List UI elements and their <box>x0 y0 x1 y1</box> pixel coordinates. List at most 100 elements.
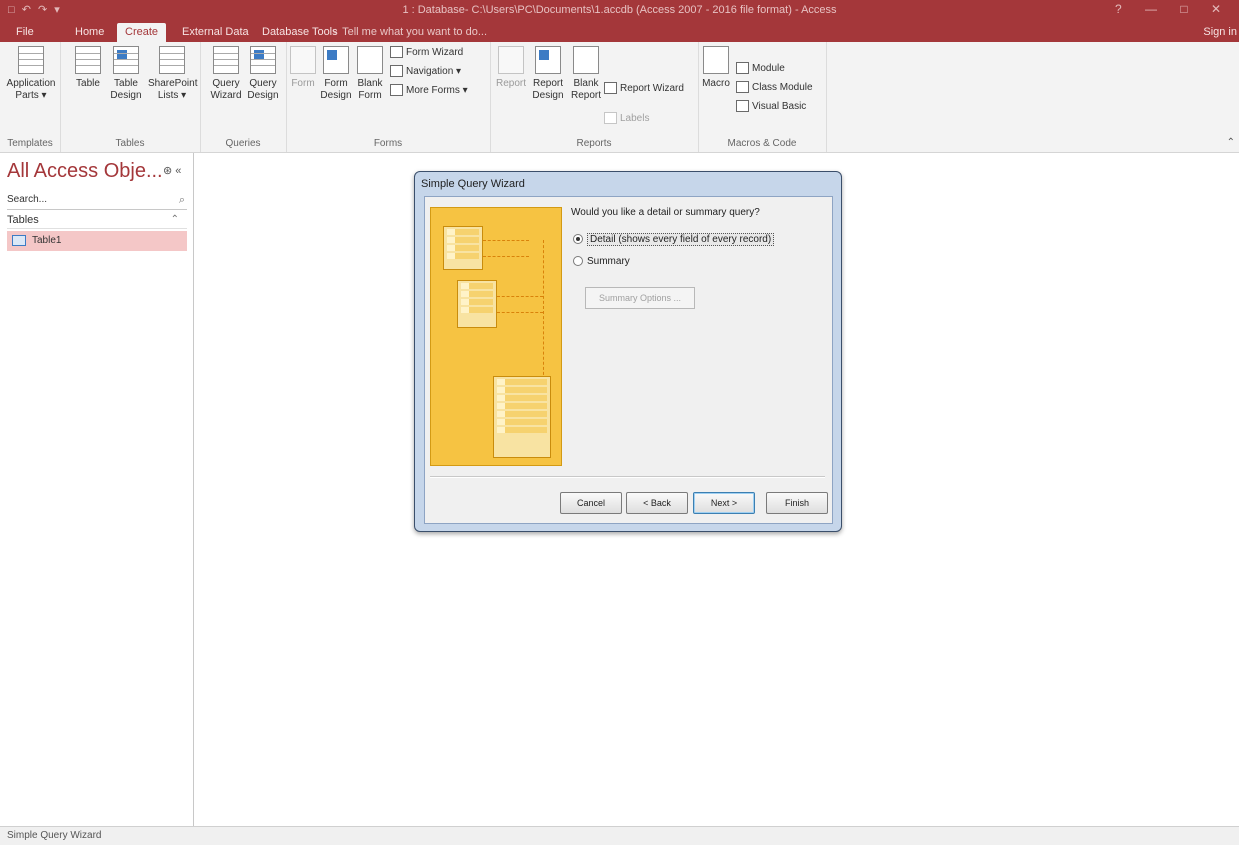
form-design-label: Form Design <box>320 78 352 101</box>
nav-search-input[interactable]: Search... ⌕ <box>7 194 187 210</box>
illustration-table-result <box>493 376 551 458</box>
nav-pane-title[interactable]: All Access Obje... <box>7 160 163 183</box>
more-forms-button[interactable]: More Forms ▾ <box>390 84 468 98</box>
window-controls[interactable]: ? — □ ✕ <box>1115 2 1231 16</box>
form-design-button[interactable]: Form Design <box>320 46 352 102</box>
search-icon: ⌕ <box>178 194 185 206</box>
radio-selected-icon <box>573 234 583 245</box>
labels-label: Labels <box>620 113 650 124</box>
blank-form-label: Blank Form <box>357 78 383 101</box>
title-bar: □ ↶ ↷ ▾ 1 : Database- C:\Users\PC\Docume… <box>0 0 1239 20</box>
query-wizard-icon <box>213 46 239 74</box>
group-queries: Query Wizard Query Design Queries <box>200 42 287 152</box>
table-icon <box>75 46 101 74</box>
detail-radio-label: Detail (shows every field of every recor… <box>587 233 775 246</box>
summary-radio-label: Summary <box>587 256 630 267</box>
sharepoint-lists-label: SharePoint Lists ▾ <box>148 78 198 101</box>
sign-in-link[interactable]: Sign in <box>1203 23 1237 42</box>
report-wizard-icon <box>604 82 617 95</box>
nav-section-label: Tables <box>7 214 39 226</box>
dialog-body: Would you like a detail or summary query… <box>424 196 833 524</box>
query-design-label: Query Design <box>247 78 279 101</box>
group-label-tables: Tables <box>115 138 145 149</box>
report-design-button[interactable]: Report Design <box>530 46 566 102</box>
form-button[interactable]: Form <box>290 46 316 90</box>
report-button[interactable]: Report <box>496 46 526 90</box>
nav-item-label: Table1 <box>32 235 62 246</box>
query-design-icon <box>250 46 276 74</box>
navigation-pane: All Access Obje... ⊛ « Search... ⌕ Table… <box>0 153 194 826</box>
dialog-separator <box>430 476 825 478</box>
tab-home[interactable]: Home <box>75 23 104 42</box>
nav-search-placeholder: Search... <box>7 194 48 205</box>
group-label-queries: Queries <box>225 138 261 149</box>
sharepoint-lists-icon <box>159 46 185 74</box>
radio-unselected-icon <box>573 256 583 267</box>
group-reports: Report Report Design Blank Report Report… <box>490 42 699 152</box>
blank-form-button[interactable]: Blank Form <box>356 46 384 102</box>
collapse-ribbon-icon[interactable]: ⌃ <box>1227 137 1235 148</box>
summary-options-button[interactable]: Summary Options ... <box>585 287 695 309</box>
macro-button[interactable]: Macro <box>702 46 730 90</box>
ribbon-tabs: File Home Create External Data Database … <box>0 20 1239 42</box>
detail-radio[interactable]: Detail (shows every field of every recor… <box>573 232 775 248</box>
tab-database-tools[interactable]: Database Tools <box>262 23 338 42</box>
simple-query-wizard-dialog: Simple Query Wizard Would you like a det… <box>414 171 842 532</box>
report-wizard-button[interactable]: Report Wizard <box>604 82 684 96</box>
status-bar: Simple Query Wizard <box>0 826 1239 845</box>
form-wizard-button[interactable]: Form Wizard <box>390 46 463 60</box>
report-icon <box>498 46 524 74</box>
query-wizard-button[interactable]: Query Wizard <box>210 46 242 102</box>
finish-button[interactable]: Finish <box>766 492 828 514</box>
query-design-button[interactable]: Query Design <box>246 46 280 102</box>
macro-icon <box>703 46 729 74</box>
labels-icon <box>604 112 617 125</box>
more-forms-label: More Forms ▾ <box>406 85 468 96</box>
labels-button[interactable]: Labels <box>604 112 649 126</box>
application-parts-icon <box>18 46 44 74</box>
table-design-button[interactable]: Table Design <box>110 46 142 102</box>
nav-pane-menu-icon[interactable]: ⊛ « <box>163 164 181 177</box>
sharepoint-lists-button[interactable]: SharePoint Lists ▾ <box>148 46 198 102</box>
back-button[interactable]: < Back <box>626 492 688 514</box>
class-module-label: Class Module <box>752 82 813 93</box>
dialog-title[interactable]: Simple Query Wizard <box>421 178 525 190</box>
application-parts-button[interactable]: Application Parts ▾ <box>6 46 56 102</box>
more-forms-icon <box>390 84 403 97</box>
group-label-templates: Templates <box>7 138 53 149</box>
blank-report-button[interactable]: Blank Report <box>570 46 602 102</box>
tab-external-data[interactable]: External Data <box>182 23 249 42</box>
tab-create[interactable]: Create <box>117 23 167 42</box>
report-label: Report <box>496 78 527 89</box>
module-label: Module <box>752 63 785 74</box>
group-label-reports: Reports <box>576 138 612 149</box>
nav-section-tables[interactable]: Tables ⌃ <box>7 212 187 229</box>
navigation-button[interactable]: Navigation ▾ <box>390 65 461 79</box>
visual-basic-button[interactable]: Visual Basic <box>736 100 806 114</box>
module-button[interactable]: Module <box>736 62 785 76</box>
query-wizard-label: Query Wizard <box>210 78 242 101</box>
macro-label: Macro <box>702 78 730 89</box>
window-title: 1 : Database- C:\Users\PC\Documents\1.ac… <box>402 4 837 16</box>
collapse-section-icon: ⌃ <box>170 214 179 225</box>
form-design-icon <box>323 46 349 74</box>
table-design-label: Table Design <box>110 78 142 101</box>
visual-basic-label: Visual Basic <box>752 101 807 112</box>
wizard-illustration <box>430 207 562 466</box>
class-module-button[interactable]: Class Module <box>736 81 813 95</box>
form-icon <box>290 46 316 74</box>
illustration-connector <box>543 240 544 380</box>
next-button[interactable]: Next > <box>693 492 755 514</box>
form-label: Form <box>291 78 315 89</box>
cancel-button[interactable]: Cancel <box>560 492 622 514</box>
report-wizard-label: Report Wizard <box>620 83 684 94</box>
tab-file[interactable]: File <box>16 23 34 42</box>
nav-item-table1[interactable]: Table1 <box>7 231 187 251</box>
tell-me-box[interactable]: ♀ Tell me what you want to do... <box>331 23 487 42</box>
blank-report-label: Blank Report <box>570 78 601 101</box>
navigation-label: Navigation ▾ <box>406 66 462 77</box>
wizard-question: Would you like a detail or summary query… <box>571 207 760 218</box>
table-button[interactable]: Table <box>74 46 102 90</box>
group-tables: Table Table Design SharePoint Lists ▾ Ta… <box>60 42 201 152</box>
summary-radio[interactable]: Summary <box>573 254 630 270</box>
